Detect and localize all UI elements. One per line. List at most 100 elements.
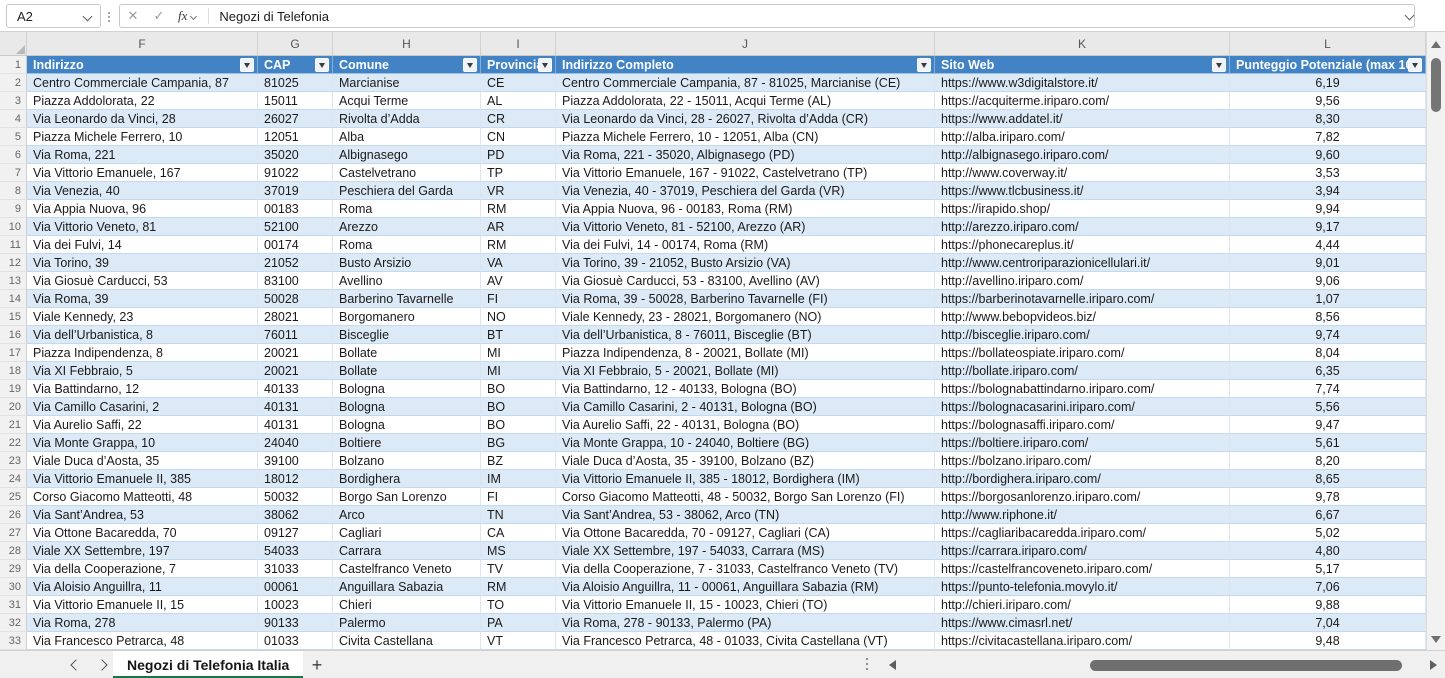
cell[interactable]: Bologna (333, 380, 481, 398)
row-number[interactable]: 13 (0, 272, 27, 290)
cell[interactable]: Via XI Febbraio, 5 - 20021, Bollate (MI) (556, 362, 935, 380)
cell[interactable]: PA (481, 614, 556, 632)
cell[interactable]: https://boltiere.iriparo.com/ (935, 434, 1230, 452)
vertical-scroll-thumb[interactable] (1431, 58, 1441, 112)
cell[interactable]: Via Giosuè Carducci, 53 (27, 272, 258, 290)
previous-sheet-icon[interactable] (70, 659, 82, 671)
cell[interactable]: 9,17 (1230, 218, 1426, 236)
cell[interactable]: 52100 (258, 218, 333, 236)
cell[interactable]: BG (481, 434, 556, 452)
cell[interactable]: https://carrara.iriparo.com/ (935, 542, 1230, 560)
cell[interactable]: 54033 (258, 542, 333, 560)
cell[interactable]: RM (481, 578, 556, 596)
cell[interactable]: Via Torino, 39 (27, 254, 258, 272)
cell[interactable]: 9,78 (1230, 488, 1426, 506)
cell[interactable]: Via dei Fulvi, 14 (27, 236, 258, 254)
cell[interactable]: 35020 (258, 146, 333, 164)
cell[interactable]: Anguillara Sabazia (333, 578, 481, 596)
cell[interactable]: 20021 (258, 344, 333, 362)
cell[interactable]: Via Roma, 278 (27, 614, 258, 632)
cell[interactable]: Bollate (333, 362, 481, 380)
cell[interactable]: Via Aloisio Anguillra, 11 - 00061, Angui… (556, 578, 935, 596)
cell[interactable]: Piazza Addolorata, 22 - 15011, Acqui Ter… (556, 92, 935, 110)
cell[interactable]: 31033 (258, 560, 333, 578)
row-number[interactable]: 1 (0, 56, 27, 74)
cell[interactable]: 18012 (258, 470, 333, 488)
cell[interactable]: 76011 (258, 326, 333, 344)
cell[interactable]: RM (481, 236, 556, 254)
cell[interactable]: https://www.addatel.it/ (935, 110, 1230, 128)
cell[interactable]: 12051 (258, 128, 333, 146)
cell[interactable]: 9,56 (1230, 92, 1426, 110)
function-chevron-down-icon[interactable] (190, 12, 198, 20)
cell[interactable]: 91022 (258, 164, 333, 182)
cell[interactable]: Via Monte Grappa, 10 (27, 434, 258, 452)
next-sheet-icon[interactable] (96, 659, 108, 671)
cell[interactable]: 50028 (258, 290, 333, 308)
cell[interactable]: Alba (333, 128, 481, 146)
cell[interactable]: VR (481, 182, 556, 200)
row-number[interactable]: 6 (0, 146, 27, 164)
cell[interactable]: Corso Giacomo Matteotti, 48 - 50032, Bor… (556, 488, 935, 506)
column-letter-J[interactable]: J (556, 32, 935, 55)
row-number[interactable]: 14 (0, 290, 27, 308)
cell[interactable]: Viale Kennedy, 23 (27, 308, 258, 326)
cell[interactable]: 9,74 (1230, 326, 1426, 344)
cell[interactable]: AV (481, 272, 556, 290)
cell[interactable]: Viale XX Settembre, 197 - 54033, Carrara… (556, 542, 935, 560)
cell[interactable]: TO (481, 596, 556, 614)
cell[interactable]: Via Leonardo da Vinci, 28 - 26027, Rivol… (556, 110, 935, 128)
row-number[interactable]: 11 (0, 236, 27, 254)
cell[interactable]: TP (481, 164, 556, 182)
cell[interactable]: 6,19 (1230, 74, 1426, 92)
cell[interactable]: http://www.centroriparazionicellulari.it… (935, 254, 1230, 272)
insert-function-icon[interactable]: fx (178, 8, 187, 24)
cell[interactable]: 09127 (258, 524, 333, 542)
row-number[interactable]: 28 (0, 542, 27, 560)
cell[interactable]: Viale Duca d’Aosta, 35 - 39100, Bolzano … (556, 452, 935, 470)
row-number[interactable]: 2 (0, 74, 27, 92)
column-header[interactable]: Indirizzo (27, 56, 258, 74)
cell[interactable]: http://albignasego.iriparo.com/ (935, 146, 1230, 164)
cell[interactable]: Centro Commerciale Campania, 87 (27, 74, 258, 92)
cell[interactable]: Via Francesco Petrarca, 48 - 01033, Civi… (556, 632, 935, 650)
cell[interactable]: Marcianise (333, 74, 481, 92)
cell[interactable]: 81025 (258, 74, 333, 92)
column-letter-K[interactable]: K (935, 32, 1230, 55)
column-letter-H[interactable]: H (333, 32, 481, 55)
column-header[interactable]: Provincia (481, 56, 556, 74)
cell[interactable]: BO (481, 416, 556, 434)
cell[interactable]: https://bollateospiate.iriparo.com/ (935, 344, 1230, 362)
cancel-icon[interactable]: ✕ (120, 8, 146, 24)
cell[interactable]: MS (481, 542, 556, 560)
cell[interactable]: Boltiere (333, 434, 481, 452)
row-number[interactable]: 9 (0, 200, 27, 218)
cell[interactable]: CE (481, 74, 556, 92)
cell[interactable]: BO (481, 380, 556, 398)
row-number[interactable]: 12 (0, 254, 27, 272)
cell[interactable]: VT (481, 632, 556, 650)
cell[interactable]: 9,88 (1230, 596, 1426, 614)
cell[interactable]: 8,56 (1230, 308, 1426, 326)
cell[interactable]: http://chieri.iriparo.com/ (935, 596, 1230, 614)
cell[interactable]: Via Leonardo da Vinci, 28 (27, 110, 258, 128)
cell[interactable]: 5,17 (1230, 560, 1426, 578)
column-letter-I[interactable]: I (481, 32, 556, 55)
cell[interactable]: Via Ottone Bacaredda, 70 (27, 524, 258, 542)
cell[interactable]: Palermo (333, 614, 481, 632)
cell[interactable]: 9,01 (1230, 254, 1426, 272)
cell[interactable]: Bolzano (333, 452, 481, 470)
cell[interactable]: 40131 (258, 398, 333, 416)
row-number[interactable]: 23 (0, 452, 27, 470)
cell[interactable]: Via Sant’Andrea, 53 - 38062, Arco (TN) (556, 506, 935, 524)
column-letter-G[interactable]: G (258, 32, 333, 55)
cell[interactable]: Via Roma, 221 - 35020, Albignasego (PD) (556, 146, 935, 164)
cell[interactable]: http://www.coverway.it/ (935, 164, 1230, 182)
row-number[interactable]: 31 (0, 596, 27, 614)
row-number[interactable]: 8 (0, 182, 27, 200)
horizontal-scroll-thumb[interactable] (1090, 660, 1402, 671)
scroll-right-icon[interactable] (1430, 660, 1437, 670)
cell[interactable]: 9,48 (1230, 632, 1426, 650)
row-number[interactable]: 25 (0, 488, 27, 506)
cell[interactable]: 26027 (258, 110, 333, 128)
